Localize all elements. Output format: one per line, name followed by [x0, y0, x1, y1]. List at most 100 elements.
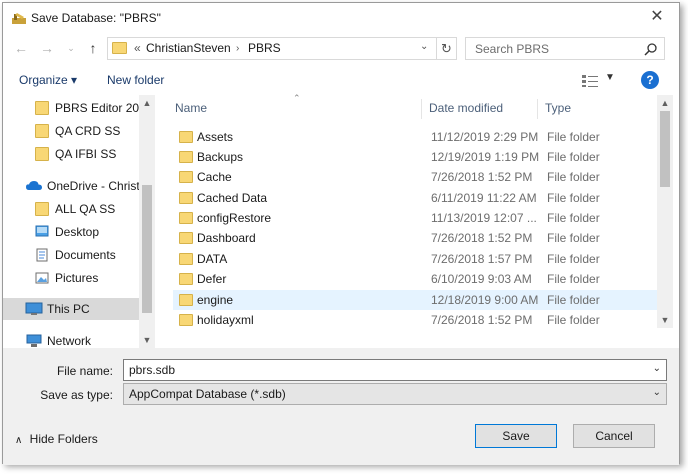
nav-item-label: QA IFBI SS — [55, 147, 117, 161]
item-type: File folder — [547, 170, 600, 184]
folder-icon — [179, 151, 193, 163]
column-header-name[interactable]: Name — [175, 101, 207, 115]
scroll-up-icon[interactable]: ▲ — [657, 95, 673, 111]
cancel-button[interactable]: Cancel — [573, 424, 655, 448]
column-divider[interactable] — [421, 99, 422, 119]
list-item[interactable]: Backups 12/19/2019 1:19 PM File folder — [173, 147, 657, 167]
back-arrow-icon[interactable]: ← — [13, 39, 29, 57]
save-dialog: Save Database: "PBRS" ✕ ← → ⌄ ↑ « Christ… — [2, 2, 680, 465]
forward-arrow-icon[interactable]: → — [39, 39, 55, 57]
item-type: File folder — [547, 130, 600, 144]
file-name-field[interactable]: pbrs.sdb ⌄ — [123, 359, 667, 381]
file-name-value: pbrs.sdb — [129, 363, 176, 377]
item-date: 11/12/2019 2:29 PM — [431, 130, 539, 144]
item-type: File folder — [547, 231, 600, 245]
address-bar[interactable]: « ChristianSteven › PBRS ⌄ — [107, 37, 437, 60]
file-list: ⌃ Name Date modified Type Assets 11/12/2… — [169, 93, 657, 328]
folder-icon — [179, 192, 193, 204]
scroll-down-icon[interactable]: ▼ — [657, 312, 673, 328]
nav-item-qa-ifbi-ss[interactable]: QA IFBI SS — [3, 143, 139, 165]
scroll-thumb[interactable] — [660, 111, 670, 187]
column-divider[interactable] — [537, 99, 538, 119]
save-button[interactable]: Save — [475, 424, 557, 448]
list-item[interactable]: Assets 11/12/2019 2:29 PM File folder — [173, 127, 657, 147]
sort-ascending-icon: ⌃ — [293, 93, 301, 103]
item-name: Defer — [197, 272, 227, 286]
folder-icon — [179, 171, 193, 183]
column-header-type[interactable]: Type — [545, 101, 571, 115]
nav-item-network[interactable]: Network — [3, 330, 139, 348]
nav-item-label: Pictures — [55, 271, 99, 285]
item-date: 6/11/2019 11:22 AM — [431, 191, 537, 205]
save-options-panel: File name: pbrs.sdb ⌄ Save as type: AppC… — [3, 348, 679, 465]
item-name: holidayxml — [197, 313, 254, 327]
search-input[interactable]: Search PBRS — [465, 37, 665, 60]
nav-item-pbrs-editor[interactable]: PBRS Editor 2019 — [3, 97, 152, 119]
folder-icon — [179, 131, 193, 143]
list-item[interactable]: Defer 6/10/2019 9:03 AM File folder — [173, 269, 657, 289]
navigation-row: ← → ⌄ ↑ « ChristianSteven › PBRS ⌄ ↻ Sea… — [3, 34, 679, 64]
app-icon — [12, 13, 26, 24]
breadcrumb-pbrs[interactable]: PBRS — [248, 41, 281, 55]
folder-icon — [179, 294, 193, 306]
view-options-icon[interactable] — [581, 74, 599, 88]
item-date: 7/26/2018 1:57 PM — [431, 252, 533, 266]
list-item[interactable]: Cache 7/26/2018 1:52 PM File folder — [173, 167, 657, 187]
hide-folders-toggle[interactable]: ∧ Hide Folders — [15, 432, 98, 446]
list-item[interactable]: Dashboard 7/26/2018 1:52 PM File folder — [173, 228, 657, 248]
list-item[interactable]: Cached Data 6/11/2019 11:22 AM File fold… — [173, 188, 657, 208]
column-header-date-modified[interactable]: Date modified — [429, 101, 503, 115]
view-dropdown-icon[interactable]: ▼ — [605, 72, 615, 83]
item-date: 12/18/2019 9:00 AM — [431, 293, 539, 307]
nav-item-this-pc[interactable]: This PC — [3, 298, 139, 320]
item-name: Cached Data — [197, 191, 268, 205]
nav-item-desktop[interactable]: Desktop — [3, 221, 139, 243]
close-button[interactable]: ✕ — [647, 7, 667, 27]
item-date: 7/26/2018 1:52 PM — [431, 313, 533, 327]
folder-icon — [112, 42, 127, 54]
new-folder-button[interactable]: New folder — [107, 73, 164, 87]
list-item-hovered[interactable]: engine 12/18/2019 9:00 AM File folder — [173, 290, 657, 310]
nav-item-onedrive[interactable]: OneDrive - Christi — [3, 175, 142, 197]
item-name: configRestore — [197, 211, 272, 225]
desktop-icon — [35, 225, 49, 237]
folder-icon — [35, 147, 49, 161]
item-name: DATA — [197, 252, 228, 266]
chevron-down-icon[interactable]: ⌄ — [653, 363, 661, 374]
save-as-type-select[interactable]: AppCompat Database (*.sdb) ⌄ — [123, 383, 667, 405]
list-item[interactable]: DATA 7/26/2018 1:57 PM File folder — [173, 249, 657, 269]
file-list-scrollbar[interactable]: ▲ ▼ — [657, 95, 673, 328]
folder-icon — [179, 232, 193, 244]
item-date: 6/10/2019 9:03 AM — [431, 272, 532, 286]
nav-item-qa-crd-ss[interactable]: QA CRD SS — [3, 120, 139, 142]
scroll-down-icon[interactable]: ▼ — [139, 332, 155, 348]
nav-item-label: Documents — [55, 248, 116, 262]
up-arrow-icon[interactable]: ↑ — [85, 39, 101, 57]
network-icon — [26, 334, 42, 347]
address-dropdown-icon[interactable]: ⌄ — [420, 41, 428, 52]
scroll-thumb[interactable] — [142, 185, 152, 313]
list-item[interactable]: configRestore 11/13/2019 12:07 ... File … — [173, 208, 657, 228]
file-name-label: File name: — [56, 364, 113, 378]
recent-locations-chevron-icon[interactable]: ⌄ — [63, 39, 79, 57]
nav-item-pictures[interactable]: Pictures — [3, 267, 139, 289]
item-name: engine — [197, 293, 234, 307]
refresh-icon[interactable]: ↻ — [437, 37, 457, 60]
item-type: File folder — [547, 150, 600, 164]
window-title: Save Database: "PBRS" — [31, 11, 161, 25]
nav-item-label: ALL QA SS — [55, 202, 116, 216]
item-date: 7/26/2018 1:52 PM — [431, 170, 533, 184]
scroll-up-icon[interactable]: ▲ — [139, 95, 155, 111]
nav-item-documents[interactable]: Documents — [3, 244, 139, 266]
item-type: File folder — [547, 313, 600, 327]
nav-item-label: PBRS Editor 2019 — [55, 101, 153, 115]
nav-scrollbar[interactable]: ▲ ▼ — [139, 95, 155, 348]
breadcrumb-christiansteven[interactable]: ChristianSteven — [146, 41, 231, 55]
address-overflow[interactable]: « — [134, 41, 141, 55]
nav-item-all-qa-ss[interactable]: ALL QA SS — [3, 198, 139, 220]
organize-button[interactable]: Organize ▾ — [19, 73, 77, 87]
nav-item-label: Network — [47, 334, 92, 348]
help-icon[interactable]: ? — [641, 71, 659, 89]
pc-icon — [25, 302, 43, 315]
list-item[interactable]: holidayxml 7/26/2018 1:52 PM File folder — [173, 310, 657, 328]
